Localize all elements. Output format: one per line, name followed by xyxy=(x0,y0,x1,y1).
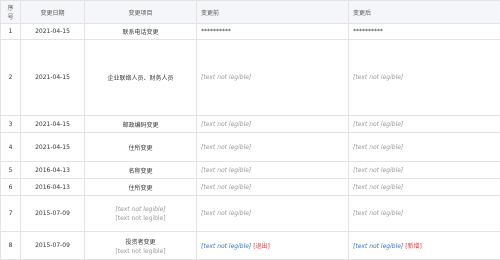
table-row: 8 2015-07-09 投资者变更 [text not legible] [t… xyxy=(0,231,500,260)
row-date: 2021-04-15 xyxy=(20,115,85,133)
new-marker: [新增] xyxy=(405,243,422,250)
row-num: 6 xyxy=(0,178,21,196)
row-after: [text not legible] xyxy=(348,132,500,162)
row-after: [text not legible] [新增] xyxy=(348,231,500,260)
row-after: [text not legible] xyxy=(348,115,500,133)
row-date: 2015-07-09 xyxy=(20,231,85,260)
row-item: 企业联络人员、财务人员 xyxy=(84,39,197,116)
row-before: [text not legible] xyxy=(196,195,349,232)
exit-marker: [退出] xyxy=(253,243,270,250)
row-date: 2015-07-09 xyxy=(20,195,85,232)
row-num: 8 xyxy=(0,231,21,260)
row-num: 3 xyxy=(0,115,21,133)
row-item-label: [text not legible] xyxy=(115,205,166,213)
row-num: 7 xyxy=(0,195,21,232)
row-item-sub: [text not legible] xyxy=(115,214,166,222)
row-num: 4 xyxy=(0,132,21,162)
table-row: 2 2021-04-15 企业联络人员、财务人员 [text not legib… xyxy=(0,39,500,116)
row-after: [text not legible] xyxy=(348,195,500,232)
table-row: 7 2015-07-09 [text not legible] [text no… xyxy=(0,195,500,232)
row-num: 1 xyxy=(0,23,21,40)
row-date: 2021-04-15 xyxy=(20,23,85,40)
table-row: 3 2021-04-15 邮政编码变更 [text not legible] [… xyxy=(0,115,500,133)
row-before: [text not legible] xyxy=(196,39,349,116)
header-item: 变更项目 xyxy=(84,0,197,24)
row-item: 联系电话变更 xyxy=(84,23,197,40)
row-item-sub: [text not legible] xyxy=(115,247,166,255)
row-item: [text not legible] [text not legible] xyxy=(84,195,197,232)
investor-link[interactable]: [text not legible] xyxy=(353,243,403,250)
row-before: [text not legible] xyxy=(196,178,349,196)
table-row: 4 2021-04-15 住所变更 [text not legible] [te… xyxy=(0,132,500,162)
row-item: 邮政编码变更 xyxy=(84,115,197,133)
row-num: 5 xyxy=(0,161,21,179)
row-date: 2016-04-13 xyxy=(20,178,85,196)
table-header-row: 序号 变更日期 变更项目 变更前 变更后 xyxy=(0,0,500,24)
row-before: [text not legible] xyxy=(196,161,349,179)
row-after: [text not legible] xyxy=(348,178,500,196)
investor-link[interactable]: [text not legible] xyxy=(201,243,251,250)
header-after: 变更后 xyxy=(348,0,500,24)
table-row: 1 2021-04-15 联系电话变更 ********** *********… xyxy=(0,23,500,40)
row-item: 投资者变更 [text not legible] xyxy=(84,231,197,260)
row-before: ********** xyxy=(196,23,349,40)
row-before: [text not legible] [退出] xyxy=(196,231,349,260)
header-num: 序号 xyxy=(0,0,21,24)
table-row: 5 2016-04-13 名称变更 [text not legible] [te… xyxy=(0,161,500,179)
table-row: 6 2016-04-13 住所变更 [text not legible] [te… xyxy=(0,178,500,196)
row-before: [text not legible] xyxy=(196,115,349,133)
row-num: 2 xyxy=(0,39,21,116)
change-record-table: 序号 变更日期 变更项目 变更前 变更后 1 2021-04-15 联系电话变更… xyxy=(0,0,500,260)
header-before: 变更前 xyxy=(196,0,349,24)
row-item: 住所变更 xyxy=(84,132,197,162)
row-after: [text not legible] xyxy=(348,39,500,116)
row-item: 名称变更 xyxy=(84,161,197,179)
row-item-label: 投资者变更 xyxy=(125,238,156,246)
row-after: [text not legible] xyxy=(348,161,500,179)
row-date: 2021-04-15 xyxy=(20,39,85,116)
row-after: ********** xyxy=(348,23,500,40)
row-date: 2021-04-15 xyxy=(20,132,85,162)
row-before: [text not legible] xyxy=(196,132,349,162)
header-date: 变更日期 xyxy=(20,0,85,24)
row-date: 2016-04-13 xyxy=(20,161,85,179)
row-item: 住所变更 xyxy=(84,178,197,196)
